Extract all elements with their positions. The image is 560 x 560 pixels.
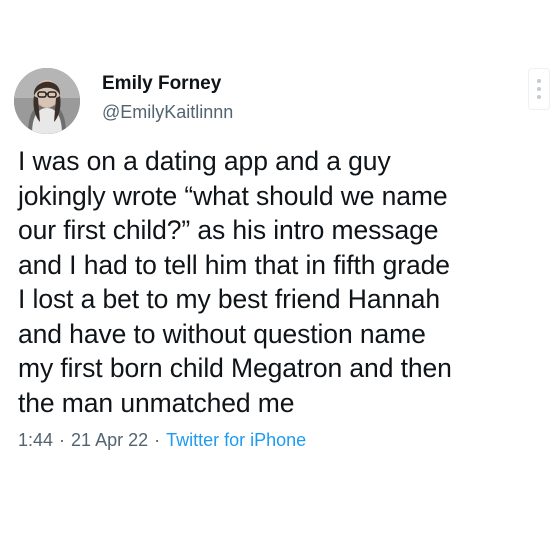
more-vertical-icon [537, 79, 541, 83]
user-handle[interactable]: @EmilyKaitlinnn [102, 100, 233, 124]
tweet-source-link[interactable]: Twitter for iPhone [166, 430, 306, 450]
tweet-text: I was on a dating app and a guy jokingly… [18, 146, 452, 418]
more-vertical-icon-dot [537, 95, 541, 99]
author-info: Emily Forney @EmilyKaitlinnn [102, 72, 233, 124]
tweet-header: Emily Forney @EmilyKaitlinnn [12, 62, 542, 140]
more-vertical-icon-dot [537, 87, 541, 91]
tweet-metadata: 1:44 · 21 Apr 22 · Twitter for iPhone [12, 428, 542, 452]
tweet-card: Emily Forney @EmilyKaitlinnn I was on a … [0, 0, 560, 560]
more-options-button[interactable] [532, 72, 546, 106]
separator: · [59, 430, 66, 450]
separator: · [154, 430, 161, 450]
avatar-photo-icon [14, 68, 80, 134]
display-name[interactable]: Emily Forney [102, 72, 233, 96]
tweet-date[interactable]: 21 Apr 22 [71, 430, 148, 450]
tweet-time[interactable]: 1:44 [18, 430, 53, 450]
avatar[interactable] [14, 68, 80, 134]
